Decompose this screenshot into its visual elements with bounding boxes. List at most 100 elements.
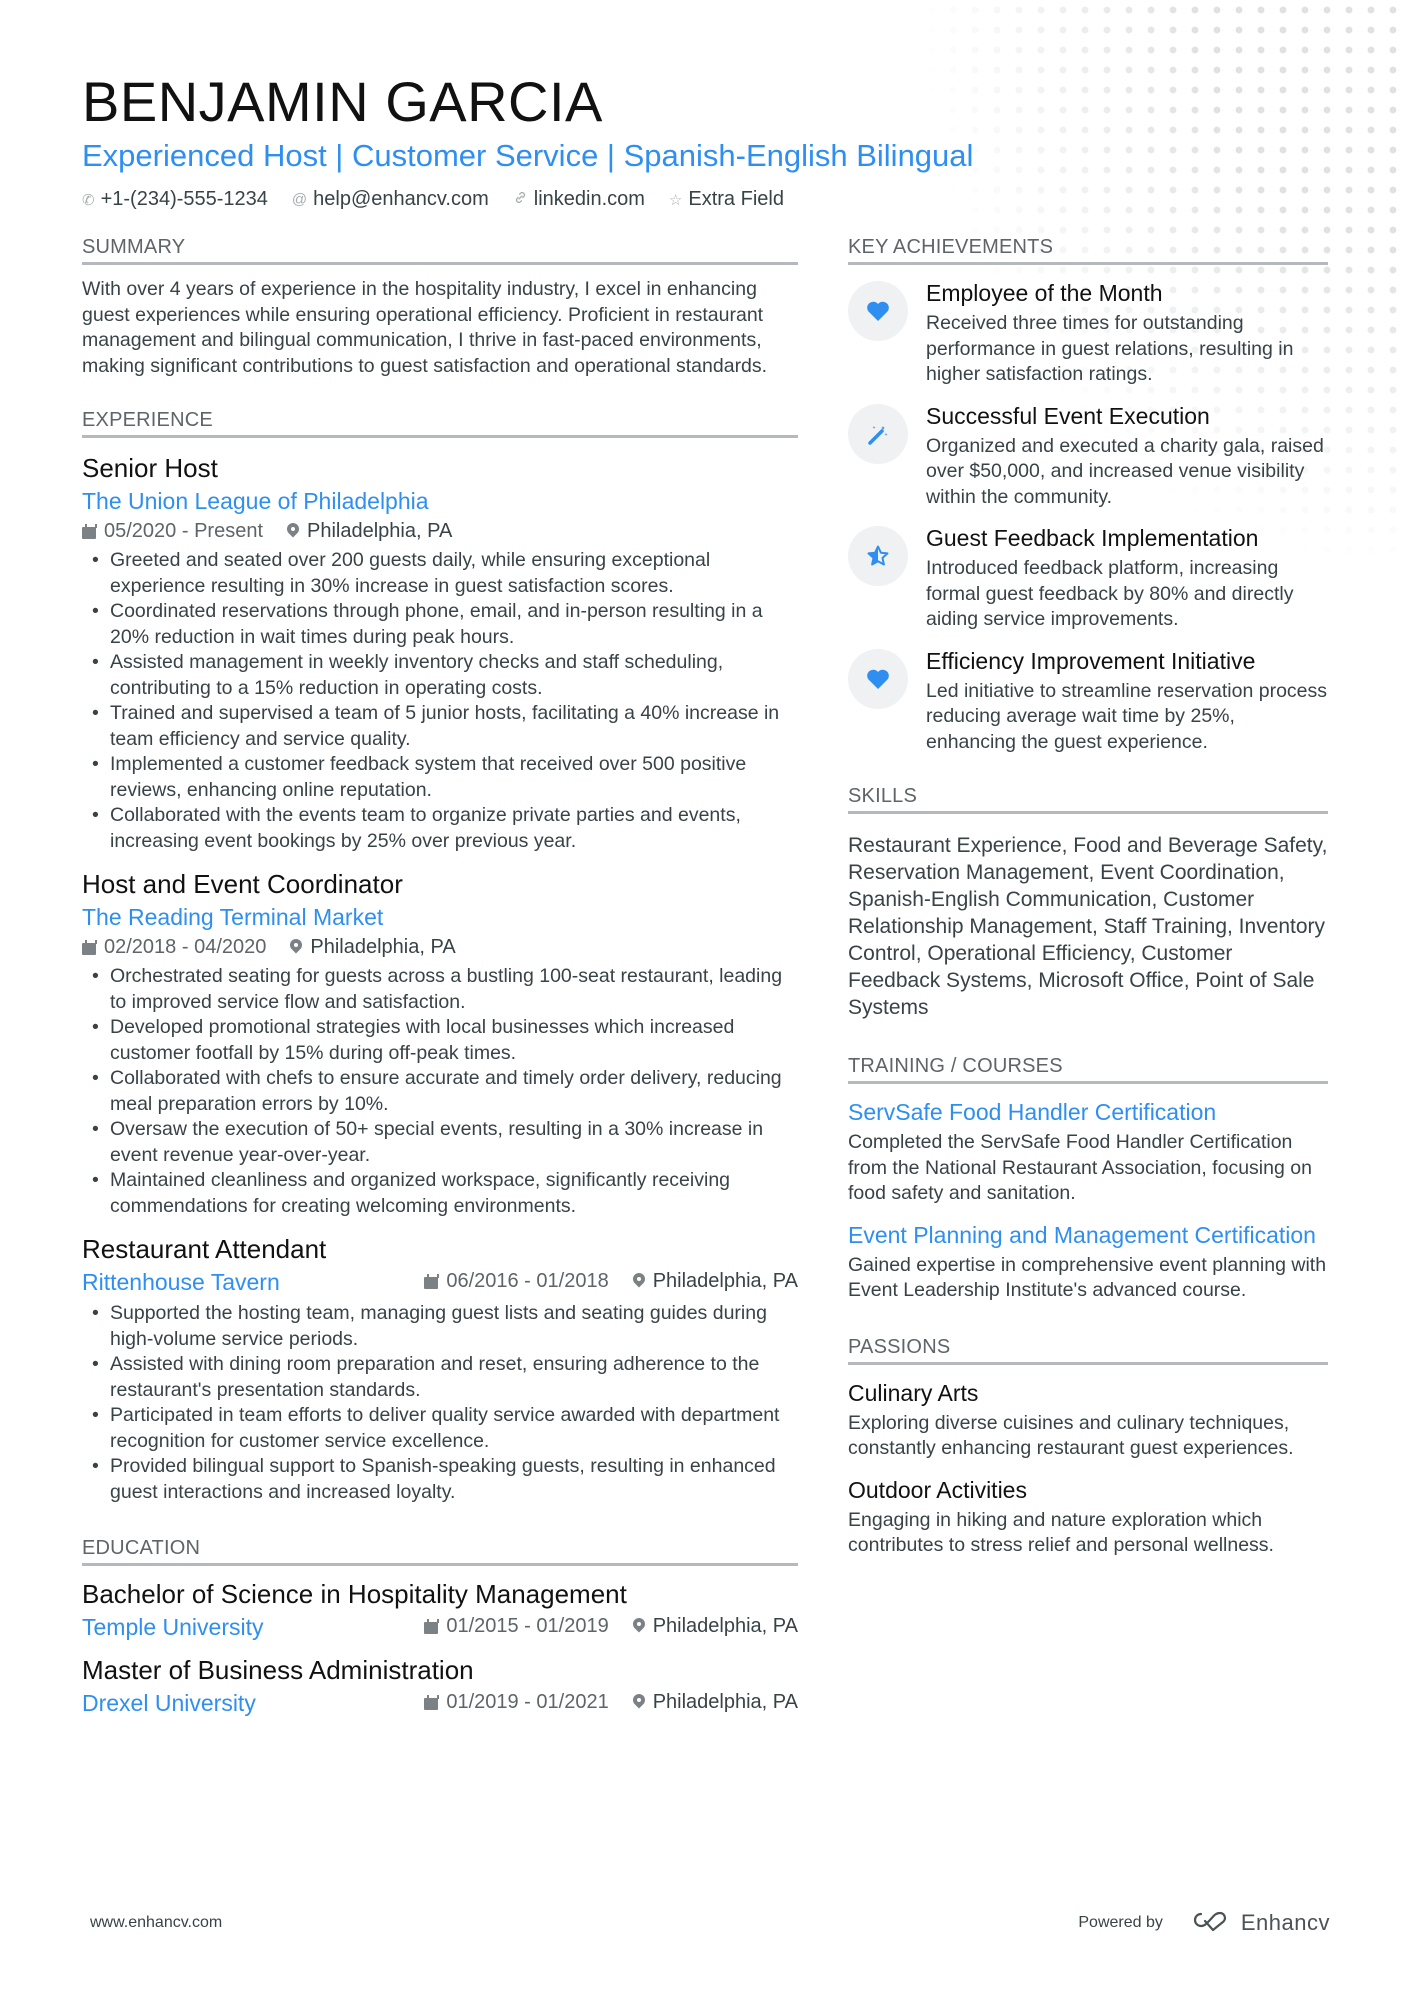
achievement-desc: Led initiative to streamline reservation… [926, 679, 1328, 753]
experience-section: EXPERIENCE Senior Host The Union League … [82, 409, 798, 1505]
bullet-item: Maintained cleanliness and organized wor… [82, 1168, 798, 1219]
company-name[interactable]: Rittenhouse Tavern [82, 1267, 280, 1297]
contact-linkedin-text: linkedin.com [533, 188, 645, 210]
bullet-item: Assisted management in weekly inventory … [82, 650, 798, 701]
contact-extra[interactable]: ☆ Extra Field [669, 188, 784, 211]
phone-icon: ✆ [82, 191, 95, 209]
achievement-item: Efficiency Improvement Initiative Led in… [848, 647, 1328, 756]
passion-desc: Exploring diverse cuisines and culinary … [848, 1411, 1294, 1460]
bullet-item: Collaborated with the events team to org… [82, 803, 798, 854]
education-dates: 01/2019 - 01/2021 [446, 1691, 609, 1713]
bullet-item: Implemented a customer feedback system t… [82, 752, 798, 803]
powered-by-label: Powered by [1078, 1914, 1163, 1931]
degree-title: Master of Business Administration [82, 1655, 474, 1685]
skills-section: SKILLS Restaurant Experience, Food and B… [848, 785, 1328, 1021]
achievement-title: Successful Event Execution [926, 402, 1210, 429]
enhancv-brand[interactable]: Enhancv [1187, 1908, 1330, 1938]
education-section: EDUCATION Bachelor of Science in Hospita… [82, 1537, 798, 1718]
link-icon [513, 190, 528, 209]
education-meta-row: Drexel University 01/2019 - 01/2021 Phil… [82, 1686, 798, 1718]
job-meta: 02/2018 - 04/2020 Philadelphia, PA [82, 934, 798, 960]
contact-email-text: help@enhancv.com [313, 188, 489, 210]
company-name[interactable]: The Reading Terminal Market [82, 902, 798, 932]
calendar-icon [424, 1273, 440, 1289]
right-column: KEY ACHIEVEMENTS Employee of the Month R… [848, 236, 1328, 1559]
achievement-item: Employee of the Month Received three tim… [848, 279, 1328, 388]
location-pin-icon [287, 523, 299, 539]
skills-heading: SKILLS [848, 785, 1328, 814]
job-meta: 05/2020 - Present Philadelphia, PA [82, 518, 798, 544]
contact-linkedin[interactable]: linkedin.com [513, 188, 645, 211]
calendar-icon [82, 939, 97, 955]
job-entry: Restaurant Attendant Rittenhouse Tavern … [82, 1233, 798, 1505]
course-desc: Gained expertise in comprehensive event … [848, 1253, 1327, 1302]
education-location: Philadelphia, PA [652, 1615, 798, 1637]
bullet-item: Coordinated reservations through phone, … [82, 599, 798, 650]
experience-heading: EXPERIENCE [82, 409, 798, 438]
achievement-item: Guest Feedback Implementation Introduced… [848, 524, 1328, 633]
calendar-icon [424, 1694, 440, 1710]
page-footer: www.enhancv.com Powered by Enhancv [90, 1908, 1330, 1938]
location-pin-icon [633, 1273, 645, 1289]
contact-email[interactable]: @ help@enhancv.com [292, 188, 489, 211]
contact-phone[interactable]: ✆ +1-(234)-555-1234 [82, 188, 268, 211]
candidate-name: BENJAMIN GARCIA [82, 70, 603, 133]
job-location: Philadelphia, PA [307, 520, 453, 542]
job-location: Philadelphia, PA [310, 936, 456, 958]
contact-phone-text: +1-(234)-555-1234 [100, 188, 268, 210]
at-icon: @ [291, 191, 308, 208]
passion-item: Culinary Arts Exploring diverse cuisines… [848, 1379, 1328, 1462]
summary-section: SUMMARY With over 4 years of experience … [82, 236, 798, 379]
bullet-item: Orchestrated seating for guests across a… [82, 964, 798, 1015]
passions-heading: PASSIONS [848, 1336, 1328, 1365]
achievement-item: Successful Event Execution Organized and… [848, 402, 1328, 511]
achievement-title: Guest Feedback Implementation [926, 525, 1259, 551]
job-title: Host and Event Coordinator [82, 869, 403, 899]
education-meta: 01/2019 - 01/2021 Philadelphia, PA [424, 1689, 798, 1715]
job-entry: Host and Event Coordinator The Reading T… [82, 868, 798, 1219]
course-title[interactable]: Event Planning and Management Certificat… [848, 1221, 1328, 1249]
training-heading: TRAINING / COURSES [848, 1055, 1328, 1084]
bullet-item: Provided bilingual support to Spanish-sp… [82, 1454, 798, 1505]
magic-wand-icon [848, 403, 908, 464]
left-column: SUMMARY With over 4 years of experience … [82, 236, 798, 1718]
heart-icon [848, 648, 908, 709]
powered-by: Powered by Enhancv [1078, 1908, 1330, 1938]
achievements-section: KEY ACHIEVEMENTS Employee of the Month R… [848, 236, 1328, 755]
passion-item: Outdoor Activities Engaging in hiking an… [848, 1476, 1328, 1559]
achievement-desc: Introduced feedback platform, increasing… [926, 557, 1294, 630]
job-dates: 06/2016 - 01/2018 [446, 1270, 609, 1292]
resume-header: BENJAMIN GARCIA Experienced Host | Custo… [82, 70, 973, 211]
job-bullets: Orchestrated seating for guests across a… [82, 964, 798, 1219]
school-name[interactable]: Temple University [82, 1612, 264, 1642]
education-entry: Master of Business Administration Drexel… [82, 1654, 798, 1718]
bullet-item: Collaborated with chefs to ensure accura… [82, 1066, 798, 1117]
heart-icon [848, 281, 908, 341]
course-item: ServSafe Food Handler Certification Comp… [848, 1098, 1328, 1207]
location-pin-icon [633, 1694, 645, 1710]
summary-heading: SUMMARY [82, 236, 798, 265]
enhancv-brand-name: Enhancv [1240, 1910, 1330, 1935]
education-meta-row: Temple University 01/2015 - 01/2019 Phil… [82, 1610, 798, 1642]
course-desc: Completed the ServSafe Food Handler Cert… [848, 1131, 1312, 1204]
footer-website-link[interactable]: www.enhancv.com [90, 1914, 222, 1932]
job-meta-row: Rittenhouse Tavern 06/2016 - 01/2018 Phi… [82, 1265, 798, 1297]
bullet-item: Supported the hosting team, managing gue… [82, 1301, 798, 1352]
contact-list: ✆ +1-(234)-555-1234 @ help@enhancv.com l… [82, 188, 973, 211]
course-title[interactable]: ServSafe Food Handler Certification [848, 1098, 1328, 1126]
education-entry: Bachelor of Science in Hospitality Manag… [82, 1578, 798, 1642]
summary-text: With over 4 years of experience in the h… [82, 278, 768, 377]
star-icon: ☆ [668, 191, 683, 209]
passion-desc: Engaging in hiking and nature exploratio… [848, 1508, 1274, 1557]
achievement-title: Employee of the Month [926, 280, 1163, 306]
company-name[interactable]: The Union League of Philadelphia [82, 486, 798, 516]
job-title: Senior Host [82, 453, 218, 483]
education-location: Philadelphia, PA [652, 1691, 798, 1713]
half-star-icon [848, 526, 908, 586]
bullet-item: Greeted and seated over 200 guests daily… [82, 548, 798, 599]
contact-extra-text: Extra Field [688, 188, 784, 210]
education-dates: 01/2015 - 01/2019 [446, 1615, 609, 1637]
calendar-icon [424, 1618, 440, 1634]
bullet-item: Developed promotional strategies with lo… [82, 1015, 798, 1066]
school-name[interactable]: Drexel University [82, 1688, 256, 1718]
